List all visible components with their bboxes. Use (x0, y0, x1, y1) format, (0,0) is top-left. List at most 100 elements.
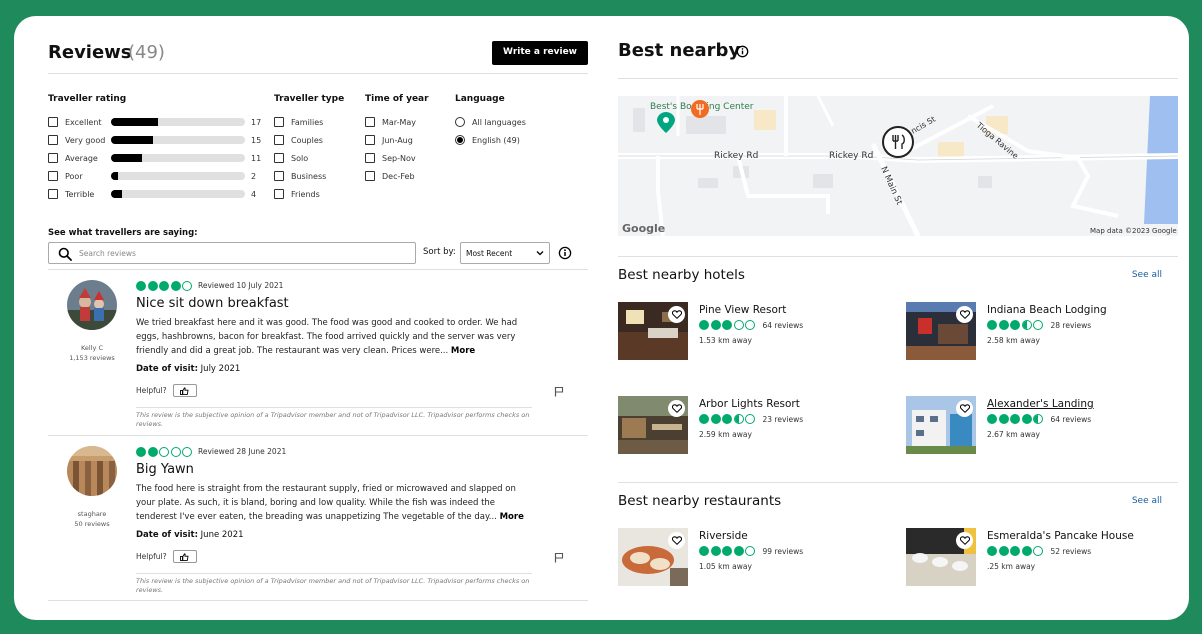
checkbox[interactable] (48, 135, 58, 145)
distance: 1.05 km away (699, 562, 752, 571)
time-option[interactable]: Mar-May (365, 113, 429, 131)
hotel-name[interactable]: Indiana Beach Lodging (987, 304, 1107, 316)
restaurants-see-all-link[interactable]: See all (1132, 496, 1162, 506)
checkbox[interactable] (274, 153, 284, 163)
review-date: Reviewed 28 June 2021 (198, 447, 287, 456)
rating-row[interactable]: Very good 15 (48, 131, 261, 149)
avatar[interactable] (67, 280, 117, 330)
search-input[interactable] (79, 247, 399, 259)
checkbox[interactable] (48, 117, 58, 127)
checkbox[interactable] (274, 171, 284, 181)
info-icon[interactable] (558, 246, 572, 260)
checkbox[interactable] (48, 153, 58, 163)
checkbox[interactable] (365, 135, 375, 145)
rating-bubbles (987, 414, 1045, 424)
checkbox[interactable] (365, 117, 375, 127)
type-option[interactable]: Solo (274, 149, 344, 167)
review-title[interactable]: Nice sit down breakfast (136, 296, 289, 311)
radio[interactable] (455, 117, 465, 127)
save-heart-button[interactable] (668, 532, 685, 549)
checkbox[interactable] (274, 135, 284, 145)
review-count[interactable]: 23 reviews (763, 415, 804, 424)
review-count[interactable]: 99 reviews (763, 547, 804, 556)
checkbox[interactable] (365, 153, 375, 163)
hotel-name[interactable]: Pine View Resort (699, 304, 786, 316)
reviewer-name[interactable]: staghare (48, 510, 136, 518)
more-link[interactable]: More (451, 346, 475, 356)
hotel-rating: 64 reviews (987, 414, 1091, 424)
type-option[interactable]: Friends (274, 185, 344, 203)
time-option[interactable]: Sep-Nov (365, 149, 429, 167)
nearby-panel: Best nearby Best's Center Rickey Rd Rick… (618, 16, 1178, 620)
map[interactable]: Best's Boarding Center Rickey Rd Rickey … (618, 96, 1178, 236)
review-card: Kelly C 1,153 reviews Reviewed 10 July 2… (48, 270, 588, 438)
hotel-card[interactable]: Indiana Beach Lodging 28 reviews 2.58 km… (906, 302, 1186, 362)
nearby-restaurants-title: Best nearby restaurants (618, 493, 782, 509)
filter-heading: Language (455, 94, 505, 104)
hotel-card[interactable]: Alexander's Landing 64 reviews 2.67 km a… (906, 396, 1186, 456)
rating-row[interactable]: Excellent 17 (48, 113, 261, 131)
info-icon[interactable] (736, 45, 749, 58)
flag-icon[interactable] (554, 386, 564, 397)
restaurant-name[interactable]: Riverside (699, 530, 748, 542)
rating-bubble (147, 281, 158, 291)
checkbox[interactable] (274, 117, 284, 127)
restaurant-card[interactable]: Riverside 99 reviews 1.05 km away (618, 528, 898, 588)
rating-row[interactable]: Terrible 4 (48, 185, 261, 203)
time-option[interactable]: Dec-Feb (365, 167, 429, 185)
review-count[interactable]: 64 reviews (1051, 415, 1092, 424)
review-count[interactable]: 52 reviews (1051, 547, 1092, 556)
hotel-name[interactable]: Arbor Lights Resort (699, 398, 800, 410)
heart-icon (959, 404, 970, 413)
thumbs-up-button[interactable] (172, 550, 197, 563)
checkbox[interactable] (365, 171, 375, 181)
save-heart-button[interactable] (668, 400, 685, 417)
review-title[interactable]: Big Yawn (136, 462, 194, 477)
thumbs-up-button[interactable] (172, 384, 197, 397)
restaurant-map-pin[interactable] (882, 126, 914, 158)
distance: 2.67 km away (987, 430, 1040, 439)
restaurant-card[interactable]: Esmeralda's Pancake House 52 reviews .25… (906, 528, 1186, 588)
radio-selected[interactable] (455, 135, 465, 145)
sort-select[interactable]: Most Recent (460, 242, 550, 264)
avatar[interactable] (67, 446, 117, 496)
hotel-name[interactable]: Alexander's Landing (987, 398, 1094, 410)
type-option[interactable]: Business (274, 167, 344, 185)
review-count[interactable]: 28 reviews (1051, 321, 1092, 330)
heart-icon (959, 310, 970, 319)
type-option[interactable]: Families (274, 113, 344, 131)
hotels-see-all-link[interactable]: See all (1132, 270, 1162, 280)
search-box[interactable] (48, 242, 416, 264)
heart-icon (671, 310, 682, 319)
reviewer-name[interactable]: Kelly C (48, 344, 136, 352)
more-link[interactable]: More (500, 512, 524, 522)
hotel-card[interactable]: Pine View Resort 64 reviews 1.53 km away (618, 302, 898, 362)
save-heart-button[interactable] (956, 306, 973, 323)
save-heart-button[interactable] (956, 400, 973, 417)
restaurant-name[interactable]: Esmeralda's Pancake House (987, 530, 1134, 542)
checkbox[interactable] (48, 171, 58, 181)
hotel-card[interactable]: Arbor Lights Resort 23 reviews 2.59 km a… (618, 396, 898, 456)
type-option[interactable]: Couples (274, 131, 344, 149)
checkbox[interactable] (48, 189, 58, 199)
checkbox[interactable] (274, 189, 284, 199)
flag-icon[interactable] (554, 552, 564, 563)
option-label: Families (291, 117, 324, 127)
language-option[interactable]: English (49) (455, 131, 526, 149)
helpful-row: Helpful? (136, 384, 197, 397)
rating-label: Excellent (65, 117, 102, 127)
review-count[interactable]: 64 reviews (763, 321, 804, 330)
helpful-label: Helpful? (136, 386, 167, 395)
save-heart-button[interactable] (956, 532, 973, 549)
rating-label: Very good (65, 135, 106, 145)
rating-bubble (170, 447, 181, 457)
map-canvas[interactable]: Best's Boarding Center Rickey Rd Rickey … (618, 96, 1178, 236)
write-review-button[interactable]: Write a review (492, 41, 588, 65)
save-heart-button[interactable] (668, 306, 685, 323)
rating-row[interactable]: Poor 2 (48, 167, 261, 185)
time-option[interactable]: Jun-Aug (365, 131, 429, 149)
option-label: Business (291, 171, 327, 181)
language-option[interactable]: All languages (455, 113, 526, 131)
filter-heading: Traveller type (274, 94, 345, 104)
rating-row[interactable]: Average 11 (48, 149, 261, 167)
